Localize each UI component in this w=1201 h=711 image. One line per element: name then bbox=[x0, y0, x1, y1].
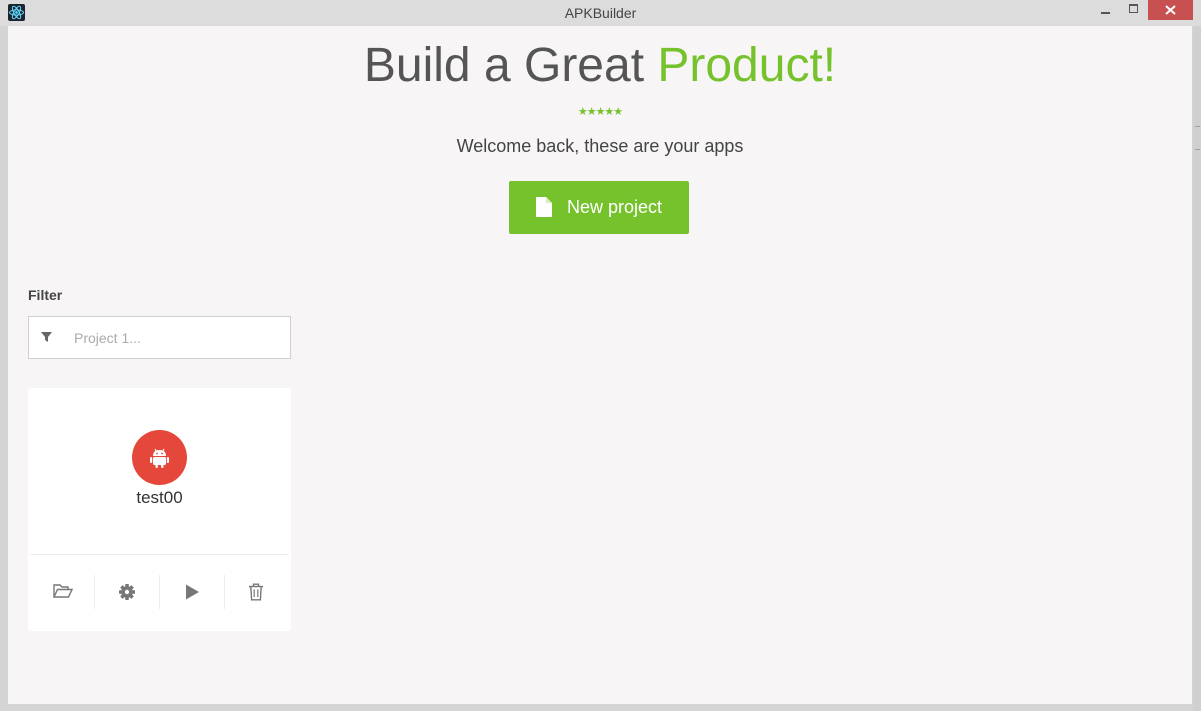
delete-button[interactable] bbox=[225, 575, 290, 609]
maximize-button[interactable] bbox=[1121, 0, 1148, 20]
gear-icon bbox=[119, 584, 135, 600]
close-icon bbox=[1165, 5, 1176, 15]
settings-button[interactable] bbox=[95, 575, 160, 609]
file-icon bbox=[536, 197, 552, 217]
filter-icon bbox=[41, 332, 52, 342]
main-content: Build a Great Product! ★★★★★ Welcome bac… bbox=[8, 26, 1192, 704]
project-name: test00 bbox=[136, 488, 183, 507]
scrollbar[interactable] bbox=[1193, 26, 1201, 711]
scrollbar-tick bbox=[1195, 126, 1200, 127]
project-actions bbox=[28, 575, 291, 609]
open-folder-icon bbox=[53, 584, 73, 598]
welcome-subtitle: Welcome back, these are your apps bbox=[456, 136, 744, 156]
new-project-label: New project bbox=[567, 197, 663, 217]
close-button[interactable] bbox=[1148, 0, 1193, 20]
window-title: APKBuilder bbox=[564, 5, 637, 21]
app-window: APKBuilder Build a Great Product! ★★★★★ … bbox=[0, 0, 1201, 711]
star-rating: ★★★★★ bbox=[577, 106, 623, 118]
headline-accent: Product! bbox=[657, 39, 837, 92]
trash-icon bbox=[249, 583, 263, 601]
filter-input[interactable] bbox=[74, 327, 274, 349]
scrollbar-tick bbox=[1195, 149, 1200, 150]
project-avatar bbox=[132, 430, 187, 485]
headline-main: Build a Great bbox=[363, 39, 658, 92]
project-card[interactable]: test00 bbox=[28, 388, 291, 631]
card-divider bbox=[30, 554, 289, 555]
filter-field[interactable] bbox=[28, 316, 291, 359]
new-project-button[interactable]: New project bbox=[509, 181, 689, 234]
open-folder-button[interactable] bbox=[30, 575, 95, 609]
page-title: Build a Great Product! bbox=[8, 38, 1192, 93]
android-icon bbox=[150, 448, 169, 468]
filter-label: Filter bbox=[28, 287, 63, 303]
play-icon bbox=[186, 584, 199, 600]
title-bar[interactable]: APKBuilder bbox=[0, 0, 1201, 26]
run-button[interactable] bbox=[160, 575, 225, 609]
minimize-button[interactable] bbox=[1091, 0, 1121, 20]
